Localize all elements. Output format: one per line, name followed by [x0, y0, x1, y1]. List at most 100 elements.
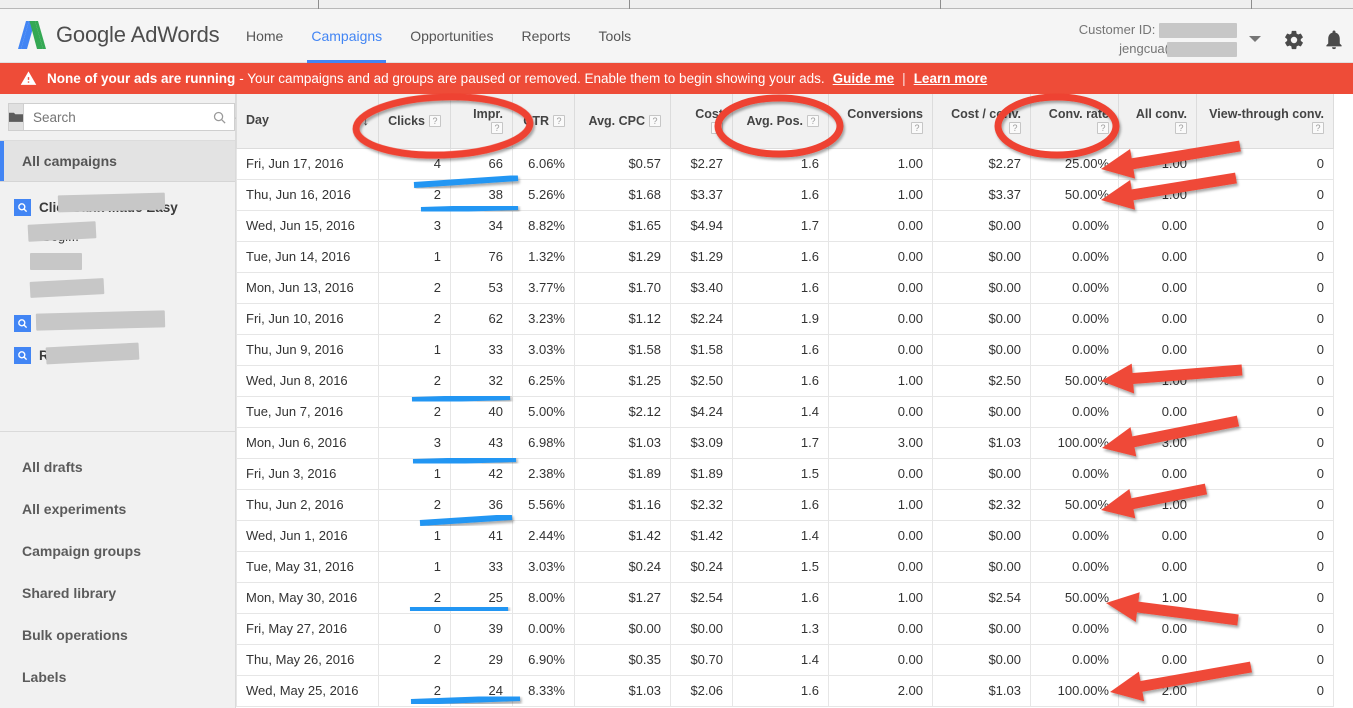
- help-icon[interactable]: ?: [1009, 122, 1021, 135]
- col-header-conv-rate[interactable]: Conv. rate?: [1030, 94, 1119, 149]
- table-row[interactable]: Fri, Jun 10, 2016 2 62 3.23% $1.12 $2.24 1.9 0.…: [236, 303, 1334, 335]
- account-info[interactable]: Customer ID: jengcua(: [1079, 20, 1237, 58]
- search-input-wrapper[interactable]: [23, 103, 235, 131]
- col-header-cost[interactable]: Cost?: [670, 94, 733, 149]
- help-icon[interactable]: ?: [429, 115, 441, 128]
- cell-clicks: 2: [378, 365, 451, 397]
- cell-allc: 0.00: [1118, 644, 1197, 676]
- campaign-row-3[interactable]: R: [0, 340, 235, 370]
- table-row[interactable]: Thu, Jun 9, 2016 1 33 3.03% $1.58 $1.58 1.6 0.0…: [236, 334, 1334, 366]
- col-header-clicks[interactable]: Clicks?: [378, 94, 451, 149]
- help-icon[interactable]: ?: [1175, 122, 1187, 135]
- nav-campaigns[interactable]: Campaigns: [297, 9, 396, 63]
- col-header-day[interactable]: Day ↓: [236, 94, 379, 149]
- col-header-cost-per-conv[interactable]: Cost / conv.?: [932, 94, 1031, 149]
- sidebar-item-all-drafts[interactable]: All drafts: [0, 446, 235, 488]
- cell-conv: 3.00: [828, 427, 933, 459]
- cell-impr: 33: [450, 334, 513, 366]
- help-icon[interactable]: ?: [807, 115, 819, 128]
- cell-cpc: $1.42: [574, 520, 671, 552]
- cell-impr: 29: [450, 644, 513, 676]
- brand-logo-area[interactable]: Google AdWords: [18, 20, 220, 50]
- sort-descending-arrow-icon[interactable]: ↓: [363, 113, 370, 128]
- table-header-row: Day ↓ Clicks? Impr.? CTR? Avg. CPC? Cost?…: [236, 94, 1334, 149]
- account-chevron-down-icon[interactable]: [1249, 36, 1261, 42]
- cell-impr: 36: [450, 489, 513, 521]
- help-icon[interactable]: ?: [649, 115, 661, 128]
- cell-rate: 25.00%: [1030, 148, 1119, 180]
- help-icon[interactable]: ?: [911, 122, 923, 135]
- table-row[interactable]: Fri, Jun 3, 2016 1 42 2.38% $1.89 $1.89 1.5 0.0…: [236, 458, 1334, 490]
- sidebar-item-all-campaigns[interactable]: All campaigns: [0, 140, 235, 182]
- table-row[interactable]: Mon, Jun 6, 2016 3 43 6.98% $1.03 $3.09 1.7 3.0…: [236, 427, 1334, 459]
- cell-pos: 1.3: [732, 613, 829, 645]
- col-header-view-through-conv[interactable]: View-through conv.?: [1196, 94, 1334, 149]
- folder-icon[interactable]: [8, 103, 23, 131]
- col-header-all-conv[interactable]: All conv.?: [1118, 94, 1197, 149]
- cell-ctr: 5.26%: [512, 179, 575, 211]
- sidebar-item-labels[interactable]: Labels: [0, 656, 235, 698]
- table-row[interactable]: Wed, Jun 1, 2016 1 41 2.44% $1.42 $1.42 1.4 0.0…: [236, 520, 1334, 552]
- col-header-avg-pos[interactable]: Avg. Pos.?: [732, 94, 829, 149]
- campaign-row-2[interactable]: [0, 308, 235, 338]
- table-row[interactable]: Mon, May 30, 2016 2 25 8.00% $1.27 $2.54 1.6 1.…: [236, 582, 1334, 614]
- nav-home[interactable]: Home: [232, 9, 297, 63]
- campaign-tree: ClickBank Made Easy Begi...: [0, 182, 235, 432]
- cell-cost: $1.29: [670, 241, 733, 273]
- bell-icon[interactable]: [1323, 29, 1345, 56]
- table-row[interactable]: Tue, Jun 7, 2016 2 40 5.00% $2.12 $4.24 1.4 0.0…: [236, 396, 1334, 428]
- sidebar-item-bulk-operations[interactable]: Bulk operations: [0, 614, 235, 656]
- campaign-subitem-3[interactable]: [0, 278, 235, 306]
- cell-cpc: $1.27: [574, 582, 671, 614]
- cell-allc: 0.00: [1118, 396, 1197, 428]
- table-row[interactable]: Fri, May 27, 2016 0 39 0.00% $0.00 $0.00 1.3 0.…: [236, 613, 1334, 645]
- cell-cpconv: $0.00: [932, 303, 1031, 335]
- table-row[interactable]: Fri, Jun 17, 2016 4 66 6.06% $0.57 $2.27 1.6 1.…: [236, 148, 1334, 180]
- table-row[interactable]: Mon, Jun 13, 2016 2 53 3.77% $1.70 $3.40 1.6 0.…: [236, 272, 1334, 304]
- search-input[interactable]: [31, 108, 212, 126]
- search-icon: [213, 111, 226, 124]
- cell-day: Fri, Jun 10, 2016: [236, 303, 379, 335]
- campaign-row-1[interactable]: ClickBank Made Easy: [0, 192, 235, 222]
- learn-more-link[interactable]: Learn more: [914, 71, 988, 86]
- cell-rate: 0.00%: [1030, 334, 1119, 366]
- table-row[interactable]: Tue, May 31, 2016 1 33 3.03% $0.24 $0.24 1.5 0.…: [236, 551, 1334, 583]
- table-row[interactable]: Thu, Jun 16, 2016 2 38 5.26% $1.68 $3.37 1.6 1.…: [236, 179, 1334, 211]
- col-header-avg-cpc[interactable]: Avg. CPC?: [574, 94, 671, 149]
- cell-ctr: 8.00%: [512, 582, 575, 614]
- guide-me-link[interactable]: Guide me: [833, 71, 895, 86]
- nav-reports[interactable]: Reports: [507, 9, 584, 63]
- table-row[interactable]: Thu, Jun 2, 2016 2 36 5.56% $1.16 $2.32 1.6 1.0…: [236, 489, 1334, 521]
- cell-allc: 0.00: [1118, 303, 1197, 335]
- help-icon[interactable]: ?: [1312, 122, 1324, 135]
- sidebar-item-all-experiments[interactable]: All experiments: [0, 488, 235, 530]
- cell-impr: 76: [450, 241, 513, 273]
- help-icon[interactable]: ?: [553, 115, 565, 128]
- table-row[interactable]: Wed, May 25, 2016 2 24 8.33% $1.03 $2.06 1.6 2.…: [236, 675, 1334, 707]
- campaign-subitem-1[interactable]: Begi...: [0, 221, 235, 250]
- table-row[interactable]: Thu, May 26, 2016 2 29 6.90% $0.35 $0.70 1.4 0.…: [236, 644, 1334, 676]
- cell-cpconv: $0.00: [932, 396, 1031, 428]
- nav-opportunities[interactable]: Opportunities: [396, 9, 507, 63]
- nav-tools[interactable]: Tools: [585, 9, 646, 63]
- cell-cpconv: $0.00: [932, 551, 1031, 583]
- help-icon[interactable]: ?: [491, 122, 503, 135]
- cell-cost: $3.09: [670, 427, 733, 459]
- col-header-impr[interactable]: Impr.?: [450, 94, 513, 149]
- cell-rate: 50.00%: [1030, 179, 1119, 211]
- table-row[interactable]: Tue, Jun 14, 2016 1 76 1.32% $1.29 $1.29 1.6 0.…: [236, 241, 1334, 273]
- sidebar-item-campaign-groups[interactable]: Campaign groups: [0, 530, 235, 572]
- sidebar-item-shared-library[interactable]: Shared library: [0, 572, 235, 614]
- help-icon[interactable]: ?: [1097, 122, 1109, 135]
- campaign-subitem-2[interactable]: [0, 250, 235, 278]
- cell-cpc: $1.89: [574, 458, 671, 490]
- col-header-conversions[interactable]: Conversions?: [828, 94, 933, 149]
- table-row[interactable]: Wed, Jun 8, 2016 2 32 6.25% $1.25 $2.50 1.6 1.0…: [236, 365, 1334, 397]
- gear-icon[interactable]: [1283, 29, 1305, 56]
- table-row[interactable]: Wed, Jun 15, 2016 3 34 8.82% $1.65 $4.94 1.7 0.…: [236, 210, 1334, 242]
- redacted-customer-id: [1159, 23, 1237, 39]
- col-header-ctr[interactable]: CTR?: [512, 94, 575, 149]
- cell-impr: 34: [450, 210, 513, 242]
- cell-rate: 0.00%: [1030, 520, 1119, 552]
- help-icon[interactable]: ?: [711, 122, 723, 135]
